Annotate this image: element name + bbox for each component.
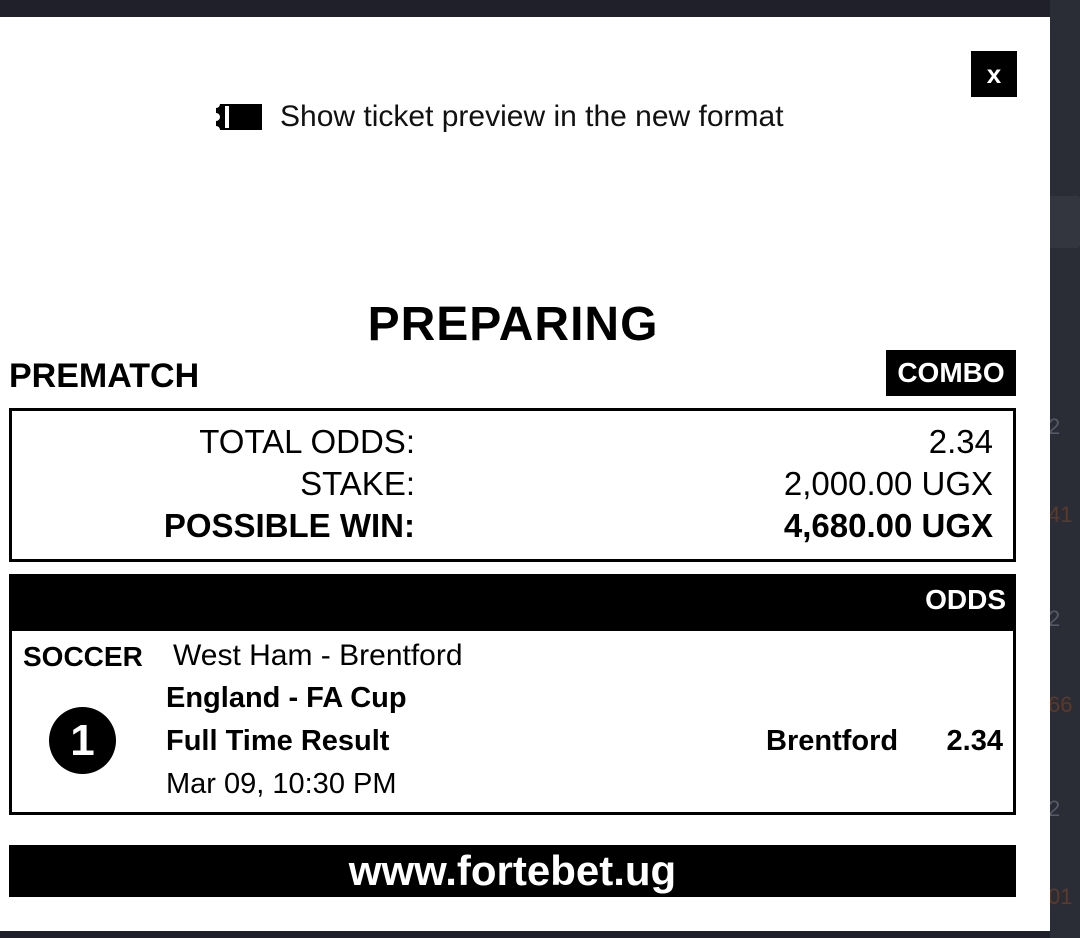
background-value: 01 bbox=[1048, 884, 1073, 909]
selection-pick: Brentford bbox=[766, 725, 899, 757]
stake-label: STAKE: bbox=[300, 465, 415, 502]
sport-label: SOCCER bbox=[23, 641, 143, 672]
stake-value: 2,000.00 UGX bbox=[783, 465, 993, 502]
match-datetime: Mar 09, 10:30 PM bbox=[166, 768, 397, 800]
ticket-icon bbox=[216, 104, 262, 130]
bet-kind-label: PREMATCH bbox=[9, 357, 200, 395]
ticket-status: PREPARING bbox=[367, 298, 659, 351]
league-name: England - FA Cup bbox=[166, 682, 407, 714]
background-value: 2 bbox=[1048, 606, 1061, 631]
odds-column-header: ODDS bbox=[925, 584, 1006, 615]
ticket-summary: TOTAL ODDS: 2.34 STAKE: 2,000.00 UGX POS… bbox=[9, 408, 1016, 562]
background-value: 2 bbox=[1048, 796, 1061, 821]
total-odds-value: 2.34 bbox=[928, 423, 993, 460]
background-value: 41 bbox=[1048, 502, 1073, 527]
background-value: 66 bbox=[1048, 692, 1073, 717]
background-value: 2 bbox=[1048, 414, 1061, 439]
bet-type-badge: COMBO bbox=[886, 350, 1016, 396]
match-name: West Ham - Brentford bbox=[173, 639, 463, 672]
possible-win-row: POSSIBLE WIN: 4,680.00 UGX bbox=[12, 507, 1013, 549]
preview-link-label: Show ticket preview in the new format bbox=[280, 100, 784, 133]
selection-index-badge: 1 bbox=[49, 707, 116, 774]
total-odds-row: TOTAL ODDS: 2.34 bbox=[12, 423, 1013, 465]
new-format-preview-link[interactable]: Show ticket preview in the new format bbox=[216, 97, 784, 137]
possible-win-value: 4,680.00 UGX bbox=[783, 507, 993, 544]
ticket-modal: x Show ticket preview in the new format … bbox=[0, 17, 1050, 931]
close-icon: x bbox=[986, 58, 1002, 89]
selection-odd: 2.34 bbox=[946, 725, 1003, 757]
stake-row: STAKE: 2,000.00 UGX bbox=[12, 465, 1013, 507]
total-odds-label: TOTAL ODDS: bbox=[199, 423, 415, 460]
possible-win-label: POSSIBLE WIN: bbox=[163, 507, 415, 544]
close-button[interactable]: x bbox=[971, 51, 1017, 97]
website-footer: www.fortebet.ug bbox=[9, 845, 1016, 897]
market-name: Full Time Result bbox=[166, 725, 390, 757]
selection-row: SOCCER West Ham - Brentford England - FA… bbox=[9, 629, 1016, 815]
odds-header-bar: ODDS bbox=[9, 574, 1016, 631]
